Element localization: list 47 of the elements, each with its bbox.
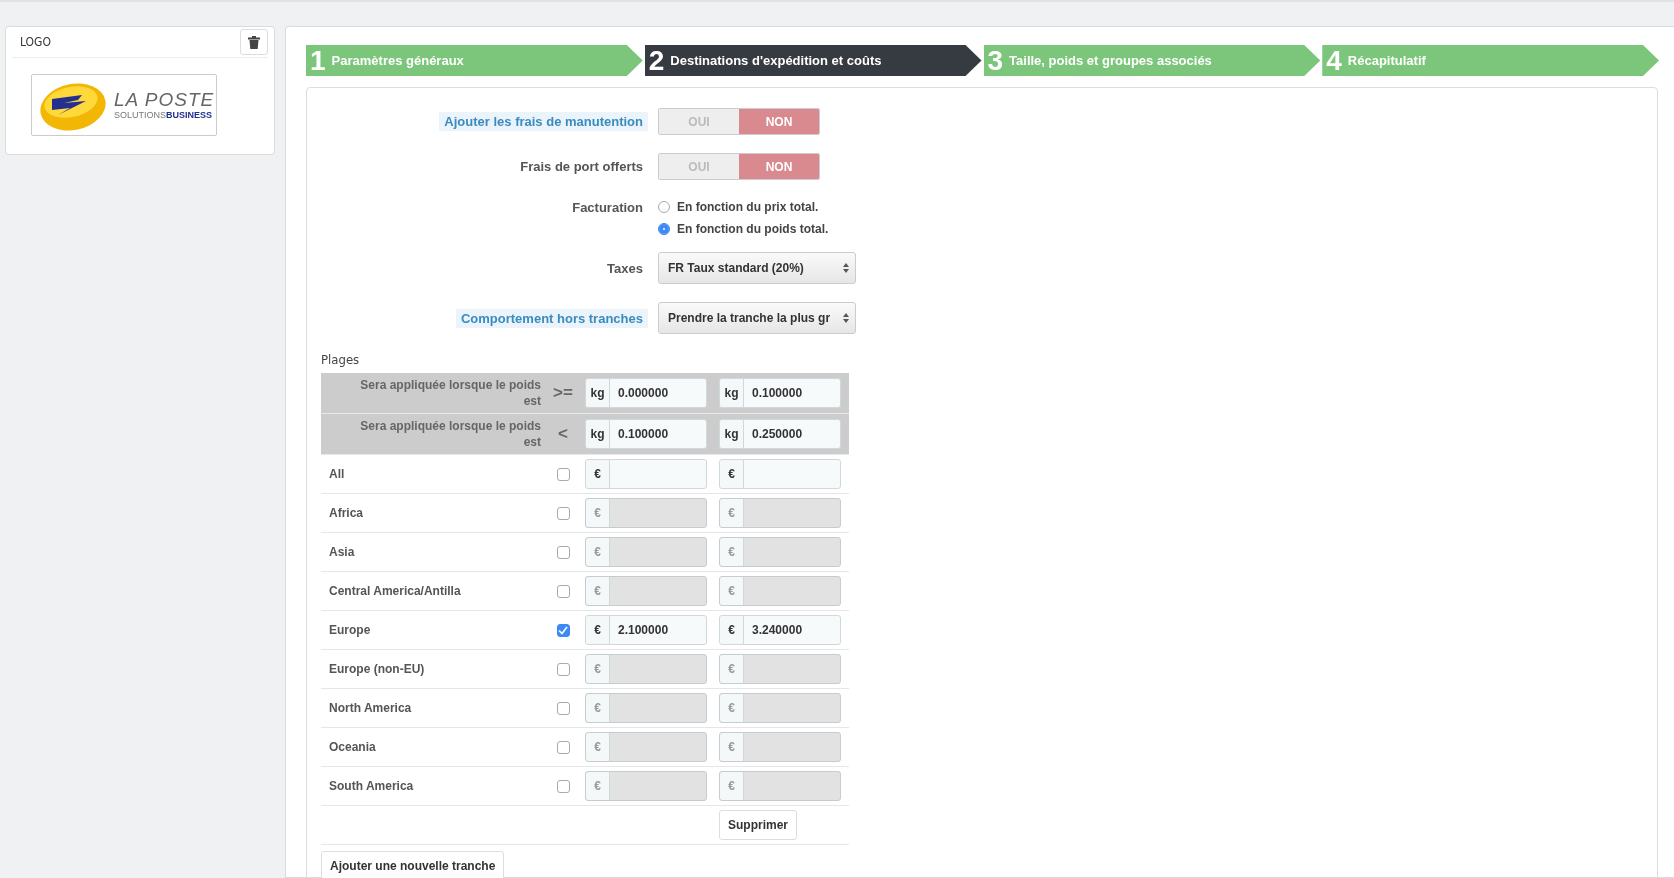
wizard-step[interactable]: 4 Récapitulatif (1322, 45, 1659, 76)
logo-name: LA POSTE (114, 90, 215, 110)
weight-input[interactable]: kg 0.000000 (585, 378, 707, 408)
zone-name: Asia (328, 544, 356, 559)
radio-button[interactable] (658, 223, 670, 235)
delete-button[interactable] (240, 29, 268, 55)
sort-arrows-icon (843, 263, 849, 273)
field-label: Taxes (606, 259, 644, 278)
panel-title: LOGO (20, 35, 51, 49)
field-label: Ajouter les frais de manutention (439, 112, 648, 131)
delete-range-button[interactable]: Supprimer (719, 810, 797, 840)
weight-input[interactable]: kg 0.100000 (719, 378, 841, 408)
zone-name: Central America/Antilla (328, 583, 462, 598)
range-label: Sera appliquée lorsque le poids est (359, 377, 541, 409)
field-label: Comportement hors tranches (455, 308, 648, 328)
checkbox[interactable] (556, 623, 570, 637)
radio-label: En fonction du poids total. (677, 222, 829, 236)
radio-label: En fonction du prix total. (677, 200, 819, 214)
weight-input[interactable]: kg 0.250000 (719, 419, 841, 449)
field-label: Frais de port offerts (519, 158, 644, 176)
operator-symbol: >= (552, 383, 574, 403)
range-label: Sera appliquée lorsque le poids est (359, 418, 541, 450)
price-input[interactable]: € (719, 459, 841, 489)
zone-name: North America (328, 700, 413, 715)
zone-name: Europe (non-EU) (328, 661, 426, 676)
checkbox[interactable] (556, 467, 570, 481)
zone-name: South America (328, 778, 415, 793)
price-input[interactable]: € 3.240000 (719, 615, 841, 645)
add-range-button[interactable]: Ajouter une nouvelle tranche (321, 851, 505, 878)
trash-icon (248, 35, 260, 49)
weight-input[interactable]: kg 0.100000 (585, 419, 707, 449)
zone-name: All (328, 466, 346, 481)
operator-symbol: < (557, 424, 569, 444)
section-title: Plages (321, 352, 360, 367)
price-input[interactable]: € 2.100000 (585, 615, 707, 645)
logo-tagline: SOLUTIONSBUSINESS (114, 110, 214, 120)
dropdown[interactable]: Prendre la tranche la plus gr (658, 302, 856, 334)
dropdown[interactable]: FR Taux standard (20%) (658, 252, 856, 284)
zone-name: Europe (328, 622, 372, 637)
wizard-step[interactable]: 3 Taille, poids et groupes associés (983, 45, 1321, 76)
price-input[interactable]: € (585, 459, 707, 489)
wizard-step[interactable]: 2 Destinations d'expédition et coûts (644, 45, 982, 76)
wizard-step[interactable]: 1 Paramètres généraux (306, 45, 643, 76)
field-label: Facturation (571, 199, 644, 217)
zone-name: Oceania (328, 739, 377, 754)
sort-arrows-icon (843, 313, 849, 323)
zone-name: Africa (328, 505, 364, 520)
